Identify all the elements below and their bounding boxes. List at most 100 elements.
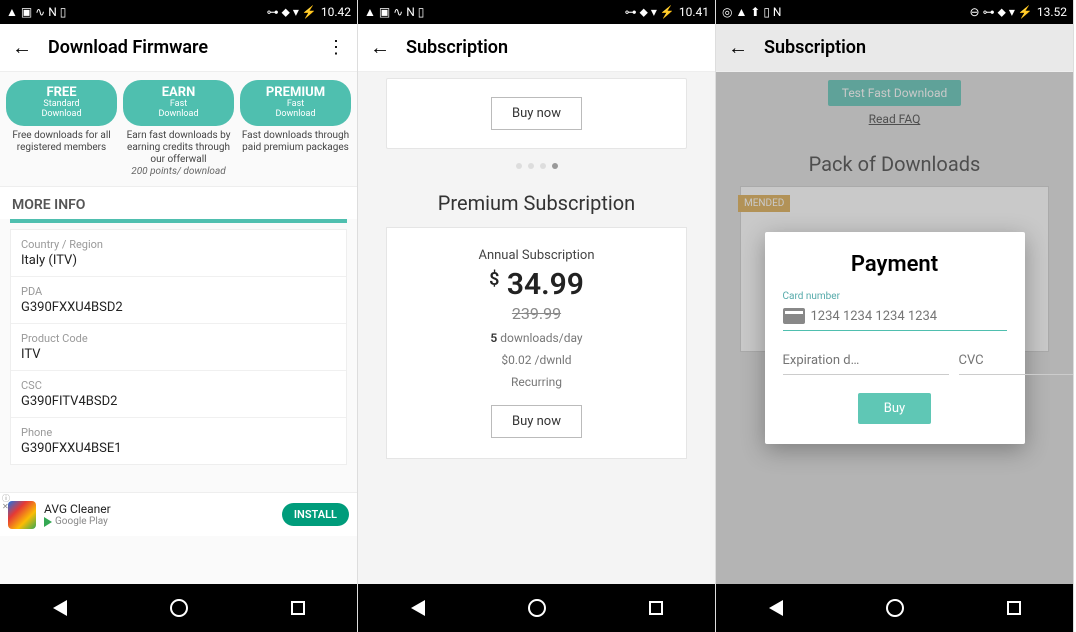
price-card: Annual Subscription $ 34.99 239.99 5 dow… [386,227,687,459]
info-pda-value: G390FXXU4BSD2 [21,300,336,315]
back-icon[interactable]: ← [12,35,32,60]
buy-now-button[interactable]: Buy now [491,405,582,438]
nav-home-icon[interactable] [526,597,548,619]
status-icons-left: ▲ ▣ ∿ N ▯ [6,5,66,19]
info-productcode-value: ITV [21,347,336,362]
desc-premium: Fast downloads through paid premium pack… [240,130,351,178]
card-number-input[interactable] [811,309,1007,324]
info-productcode-label: Product Code [21,332,336,345]
pill-premium[interactable]: PREMIUM Fast Download [240,80,351,126]
more-info-header: MORE INFO [0,186,357,219]
info-productcode: Product Code ITV [11,324,346,371]
info-phone-label: Phone [21,426,336,439]
cvc-field[interactable] [959,345,1074,375]
desc-earn: Earn fast downloads by earning credits t… [123,130,234,178]
back-icon[interactable]: ← [370,35,390,60]
tier-pills: FREE Standard Download EARN Fast Downloa… [0,72,357,130]
pill-earn-title: EARN [125,85,232,100]
currency: $ [489,269,499,290]
carousel-dots [358,163,715,169]
original-price: 239.99 [403,304,670,323]
nav-bar [716,584,1073,632]
ad-install-button[interactable]: INSTALL [282,503,349,526]
play-icon [44,517,52,527]
status-icons-left: ▲ ▣ ∿ N ▯ [364,5,424,19]
ad-store: Google Play [44,516,111,527]
ad-banner[interactable]: ⓘ✕ AVG Cleaner Google Play INSTALL [0,492,357,536]
overflow-menu-icon[interactable]: ⋮ [327,37,345,58]
info-country-value: Italy (ITV) [21,253,336,268]
info-country-label: Country / Region [21,238,336,251]
recurring-label: Recurring [403,375,670,389]
info-country: Country / Region Italy (ITV) [11,230,346,277]
content[interactable]: Buy now Premium Subscription Annual Subs… [358,72,715,584]
pill-free-title: FREE [8,85,115,100]
expiration-input[interactable] [783,353,949,368]
content: FREE Standard Download EARN Fast Downloa… [0,72,357,584]
ad-close-icon[interactable]: ⓘ✕ [2,495,10,511]
nav-back-icon[interactable] [765,597,787,619]
nav-recent-icon[interactable] [1003,597,1025,619]
expiration-field[interactable] [783,345,949,375]
pill-earn-sub2: Download [125,110,232,120]
ad-store-text: Google Play [55,516,108,527]
nav-bar [0,584,357,632]
more-info-accent [10,219,347,223]
content: Test Fast Download Read FAQ Pack of Down… [716,72,1073,584]
status-time: 13.52 [1037,5,1067,19]
nav-recent-icon[interactable] [287,597,309,619]
dot[interactable] [516,163,522,169]
status-bar: ◎ ▲ ⬆ ▯ N ⊖ ⊶ ⬥ ▾ ⚡ 13.52 [716,0,1073,24]
back-icon[interactable]: ← [728,35,748,60]
info-phone-value: G390FXXU4BSE1 [21,441,336,456]
nav-back-icon[interactable] [49,597,71,619]
status-time: 10.41 [679,5,709,19]
nav-recent-icon[interactable] [645,597,667,619]
payment-modal: Payment Card number Buy [765,232,1025,444]
screen-payment: ◎ ▲ ⬆ ▯ N ⊖ ⊶ ⬥ ▾ ⚡13.52 ← Subscription … [716,0,1074,632]
nav-home-icon[interactable] [884,597,906,619]
desc-earn-extra: 200 points/ download [131,166,225,177]
nav-back-icon[interactable] [407,597,429,619]
info-csc: CSC G390FITV4BSD2 [11,371,346,418]
price-value: 34.99 [507,267,584,302]
pill-premium-sub2: Download [242,110,349,120]
price-per-download: $0.02 /dwnld [403,353,670,367]
info-list: Country / Region Italy (ITV) PDA G390FXX… [10,229,347,465]
buy-now-button[interactable]: Buy now [491,97,582,130]
status-icons-right: ⊖ ⊶ ⬥ ▾ ⚡ [970,5,1033,20]
top-card: Buy now [386,78,687,149]
info-csc-value: G390FITV4BSD2 [21,394,336,409]
downloads-per-day: 5 downloads/day [403,331,670,345]
info-phone: Phone G390FXXU4BSE1 [11,418,346,464]
plan-price: $ 34.99 [403,267,670,302]
pill-premium-title: PREMIUM [242,85,349,100]
nav-home-icon[interactable] [168,597,190,619]
status-time: 10.42 [321,5,351,19]
pill-earn[interactable]: EARN Fast Download [123,80,234,126]
dot-active[interactable] [552,163,558,169]
screen-subscription: ▲ ▣ ∿ N ▯ ⊶ ⬥ ▾ ⚡10.41 ← Subscription Bu… [358,0,716,632]
buy-button[interactable]: Buy [858,393,931,424]
app-bar: ← Subscription [716,24,1073,72]
pill-free[interactable]: FREE Standard Download [6,80,117,126]
dot[interactable] [528,163,534,169]
downloads-label: downloads/day [497,331,582,345]
card-number-field[interactable] [783,304,1007,331]
app-bar: ← Download Firmware ⋮ [0,24,357,72]
status-bar: ▲ ▣ ∿ N ▯ ⊶ ⬥ ▾ ⚡ 10.41 [358,0,715,24]
plan-name: Annual Subscription [403,248,670,263]
card-number-label: Card number [783,291,1007,302]
ad-app-icon [8,501,36,529]
status-bar: ▲ ▣ ∿ N ▯ ⊶ ⬥ ▾ ⚡10.42 [0,0,357,24]
status-icons-left: ◎ ▲ ⬆ ▯ N [722,5,781,19]
pill-free-sub2: Download [8,110,115,120]
modal-title: Payment [783,252,1007,277]
cvc-input[interactable] [959,353,1074,368]
info-csc-label: CSC [21,379,336,392]
dot[interactable] [540,163,546,169]
page-title: Subscription [764,37,1061,58]
status-icons-right: ⊶ ⬥ ▾ ⚡ [625,5,675,20]
ad-text: AVG Cleaner Google Play [44,502,111,527]
nav-bar [358,584,715,632]
